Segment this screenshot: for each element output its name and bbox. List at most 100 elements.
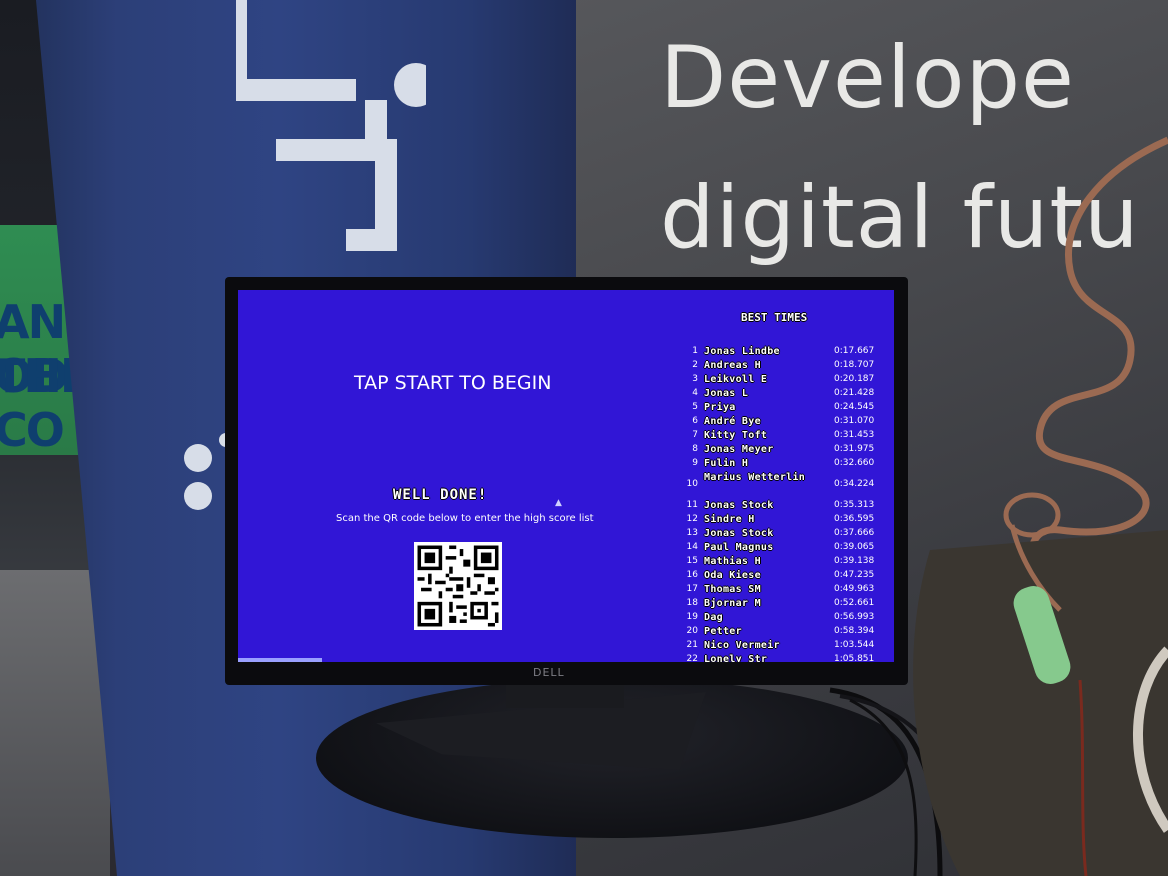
score-rank: 19	[686, 612, 698, 622]
score-rank: 6	[692, 416, 698, 426]
score-row: 20 Petter 0:58.394	[684, 626, 890, 640]
score-row: 22 Lonely Str 1:05.851	[684, 654, 890, 662]
score-rank: 9	[692, 458, 698, 468]
score-time: 0:39.138	[834, 556, 875, 566]
wire-maze-sculpture	[913, 136, 1168, 876]
screen-progress-strip	[238, 658, 322, 662]
score-name: André Bye	[704, 416, 761, 427]
score-row: 16 Oda Kiese 0:47.235	[684, 570, 890, 584]
score-rank: 16	[686, 570, 698, 580]
score-name: Jonas Meyer	[704, 444, 774, 455]
score-time: 1:05.851	[834, 654, 875, 662]
score-row: 11 Jonas Stock 0:35.313	[684, 500, 890, 514]
score-time: 0:21.428	[834, 388, 875, 398]
score-time: 0:32.660	[834, 458, 875, 468]
score-time: 0:56.993	[834, 612, 875, 622]
best-times-title: BEST TIMES	[741, 311, 808, 324]
score-row: 9 Fulin H 0:32.660	[684, 458, 890, 472]
score-name: Bjornar M	[704, 598, 761, 609]
score-time: 0:37.666	[834, 528, 875, 538]
score-rank: 12	[686, 514, 698, 524]
score-time: 0:31.453	[834, 430, 875, 440]
score-rank: 11	[686, 500, 698, 510]
score-name: Nico Vermeir	[704, 640, 780, 651]
qr-code-icon[interactable]	[414, 542, 502, 630]
score-row: 2 Andreas H 0:18.707	[684, 360, 890, 374]
score-row: 14 Paul Magnus 0:39.065	[684, 542, 890, 556]
score-rank: 4	[692, 388, 698, 398]
score-time: 0:18.707	[834, 360, 875, 370]
score-rank: 3	[692, 374, 698, 384]
score-row: 18 Bjornar M 0:52.661	[684, 598, 890, 612]
score-row: 21 Nico Vermeir 1:03.544	[684, 640, 890, 654]
score-rank: 21	[686, 640, 698, 650]
score-name: Petter	[704, 626, 742, 637]
score-name: Lonely Str	[704, 654, 768, 662]
score-name: Priya	[704, 402, 736, 413]
score-name: Jonas Lindbe	[704, 346, 780, 357]
score-row: 5 Priya 0:24.545	[684, 402, 890, 416]
cursor-icon: ▲	[555, 498, 562, 508]
score-name: Jonas Stock	[704, 500, 774, 511]
score-rank: 2	[692, 360, 698, 370]
score-time: 0:58.394	[834, 626, 875, 636]
tap-start-prompt[interactable]: TAP START TO BEGIN	[354, 372, 551, 394]
wall-text-line1: Develope	[660, 28, 1075, 128]
score-row: 19 Dag 0:56.993	[684, 612, 890, 626]
score-rank: 17	[686, 584, 698, 594]
score-row: 10 Marius Wetterlin 0:34.224	[684, 472, 890, 498]
score-time: 0:34.224	[834, 479, 875, 489]
score-name: Marius Wetterlin	[704, 472, 806, 483]
score-rank: 7	[692, 430, 698, 440]
score-time: 0:20.187	[834, 374, 875, 384]
score-time: 0:52.661	[834, 598, 875, 608]
photo-scene: AN ODE THE CO Develope digital futu DELL…	[0, 0, 1168, 876]
score-name: Leikvoll E	[704, 374, 768, 385]
score-name: Andreas H	[704, 360, 761, 371]
score-name: Dag	[704, 612, 723, 623]
score-row: 3 Leikvoll E 0:20.187	[684, 374, 890, 388]
score-time: 0:47.235	[834, 570, 875, 580]
score-time: 0:49.963	[834, 584, 875, 594]
score-name: Oda Kiese	[704, 570, 761, 581]
score-row: 13 Jonas Stock 0:37.666	[684, 528, 890, 542]
well-done-heading: WELL DONE!	[393, 487, 488, 503]
score-time: 0:35.313	[834, 500, 875, 510]
score-time: 0:39.065	[834, 542, 875, 552]
score-row: 6 André Bye 0:31.070	[684, 416, 890, 430]
score-name: Jonas Stock	[704, 528, 774, 539]
score-name: Kitty Toft	[704, 430, 768, 441]
banner-logo-icon	[236, 0, 426, 251]
score-row: 12 Sindre H 0:36.595	[684, 514, 890, 528]
score-rank: 15	[686, 556, 698, 566]
score-name: Thomas SM	[704, 584, 761, 595]
score-rank: 20	[686, 626, 698, 636]
score-time: 0:31.975	[834, 444, 875, 454]
score-row: 17 Thomas SM 0:49.963	[684, 584, 890, 598]
score-name: Mathias H	[704, 556, 761, 567]
score-time: 0:24.545	[834, 402, 875, 412]
score-time: 1:03.544	[834, 640, 875, 650]
score-rank: 18	[686, 598, 698, 608]
score-name: Jonas L	[704, 388, 749, 399]
scan-instruction: Scan the QR code below to enter the high…	[336, 513, 594, 524]
score-row: 15 Mathias H 0:39.138	[684, 556, 890, 570]
score-name: Fulin H	[704, 458, 749, 469]
score-name: Sindre H	[704, 514, 755, 525]
score-name: Paul Magnus	[704, 542, 774, 553]
score-row: 1 Jonas Lindbe 0:17.667	[684, 346, 890, 360]
score-time: 0:31.070	[834, 416, 875, 426]
score-time: 0:36.595	[834, 514, 875, 524]
score-row: 7 Kitty Toft 0:31.453	[684, 430, 890, 444]
score-rank: 1	[692, 346, 698, 356]
score-time: 0:17.667	[834, 346, 875, 356]
score-rank: 13	[686, 528, 698, 538]
score-rank: 5	[692, 402, 698, 412]
score-row: 8 Jonas Meyer 0:31.975	[684, 444, 890, 458]
game-screen[interactable]: TAP START TO BEGIN WELL DONE! ▲ Scan the…	[238, 290, 894, 662]
score-rank: 10	[686, 479, 698, 489]
score-row: 4 Jonas L 0:21.428	[684, 388, 890, 402]
score-rank: 8	[692, 444, 698, 454]
monitor-brand: DELL	[533, 666, 565, 679]
score-rank: 22	[686, 654, 698, 662]
